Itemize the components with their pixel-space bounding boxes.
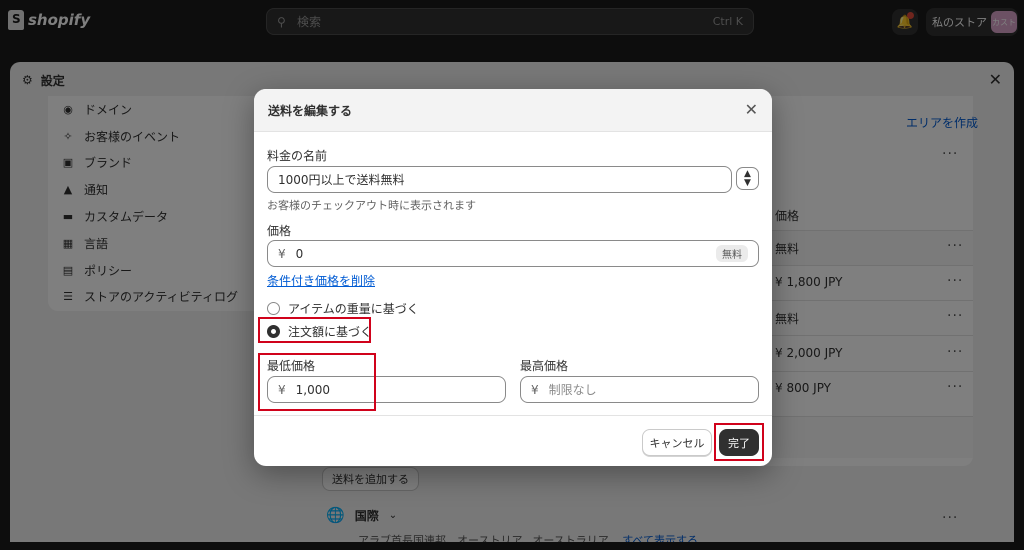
radio-based-on-weight[interactable]: アイテムの重量に基づく	[267, 300, 419, 317]
modal-divider	[254, 415, 772, 416]
radio-button[interactable]	[267, 302, 280, 315]
rate-name-label: 料金の名前	[267, 149, 328, 163]
rate-name-input[interactable]: 1000円以上で送料無料	[267, 166, 732, 193]
rate-name-select-stepper[interactable]: ▲ ▼	[736, 167, 759, 190]
edit-rate-modal: 送料を編集する ✕ 料金の名前 1000円以上で送料無料 ▲ ▼ お客様のチェッ…	[254, 89, 772, 466]
price-label: 価格	[267, 224, 292, 238]
highlight-box-min-price	[258, 353, 376, 411]
highlight-box-order-price-option	[258, 317, 371, 343]
free-badge: 無料	[716, 245, 748, 262]
price-input[interactable]: ¥ 0 無料	[267, 240, 759, 267]
max-price-placeholder: 制限なし	[548, 383, 597, 397]
modal-header: 送料を編集する	[254, 89, 772, 132]
max-price-input[interactable]: ¥ 制限なし	[520, 376, 759, 403]
currency-symbol: ¥	[531, 382, 539, 397]
remove-conditional-pricing-link[interactable]: 条件付き価格を削除	[267, 272, 375, 289]
highlight-box-done-button	[714, 423, 764, 461]
price-value: 0	[295, 246, 304, 261]
currency-symbol: ¥	[278, 246, 286, 261]
radio-label: アイテムの重量に基づく	[288, 302, 419, 316]
close-icon[interactable]: ✕	[745, 100, 758, 119]
rate-name-value: 1000円以上で送料無料	[278, 173, 405, 187]
modal-title: 送料を編集する	[268, 103, 353, 118]
rate-name-help-text: お客様のチェックアウト時に表示されます	[267, 199, 476, 212]
chevron-down-icon: ▼	[744, 177, 751, 188]
max-price-label: 最高価格	[520, 359, 569, 373]
cancel-button[interactable]: キャンセル	[642, 429, 712, 456]
